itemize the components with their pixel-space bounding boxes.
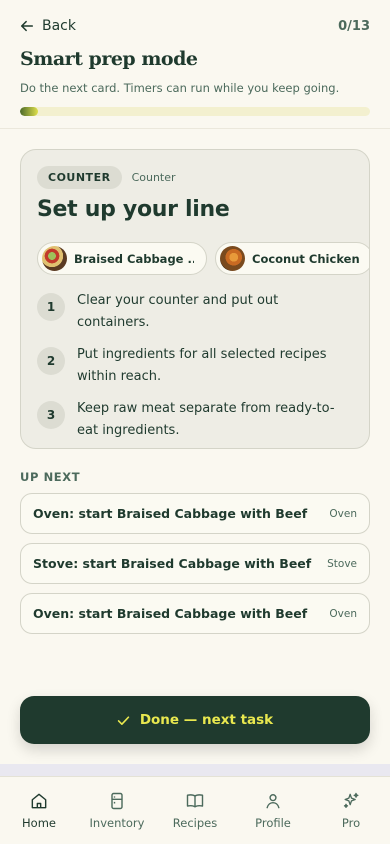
tab-label: Home (22, 816, 56, 830)
task-title: Oven: start Braised Cabbage with Beef (33, 506, 308, 521)
up-next-task[interactable]: Oven: start Braised Cabbage with Beef Ov… (20, 593, 370, 634)
tab-pro[interactable]: Pro (312, 777, 390, 844)
step-number: 3 (37, 401, 65, 429)
divider (0, 128, 390, 129)
tab-home[interactable]: Home (0, 777, 78, 844)
station-label: Counter (131, 171, 176, 184)
station-row: COUNTER Counter (37, 166, 176, 189)
book-icon (186, 794, 204, 808)
tab-label: Inventory (89, 816, 145, 830)
check-icon (117, 715, 129, 725)
recipe-chips: Braised Cabbage ... Coconut Chicken (37, 242, 369, 275)
tab-recipes[interactable]: Recipes (156, 777, 234, 844)
bottom-tab-bar: Home Inventory Recipes Profile Pro (0, 776, 390, 844)
home-icon (31, 793, 47, 809)
step-counter: 0/13 (338, 18, 370, 34)
task-station-tag: Oven (329, 607, 357, 620)
up-next-heading: UP NEXT (20, 470, 81, 484)
task-station-tag: Oven (329, 507, 357, 520)
done-button-label: Done — next task (139, 712, 274, 728)
task-station-tag: Stove (327, 557, 357, 570)
task-title: Oven: start Braised Cabbage with Beef (33, 606, 308, 621)
progress-bar (20, 107, 370, 116)
back-button[interactable]: Back (20, 18, 76, 34)
back-label: Back (42, 18, 76, 34)
inventory-icon (111, 792, 123, 810)
tab-label: Pro (341, 816, 361, 830)
tab-label: Profile (255, 816, 291, 830)
recipe-chip[interactable]: Braised Cabbage ... (37, 242, 207, 275)
user-icon (266, 794, 280, 809)
task-title: Set up your line (37, 197, 230, 222)
step-list: 1 Clear your counter and put out contain… (37, 290, 353, 448)
braised-cabbage-thumbnail (42, 246, 67, 271)
up-next-task[interactable]: Oven: start Braised Cabbage with Beef Ov… (20, 493, 370, 534)
done-next-task-button[interactable]: Done — next task (20, 696, 370, 744)
progress-fill (20, 107, 38, 116)
step-text: Keep raw meat separate from ready-to-eat… (77, 401, 335, 438)
task-title: Stove: start Braised Cabbage with Beef (33, 556, 312, 571)
tab-profile[interactable]: Profile (234, 777, 312, 844)
page-title: Smart prep mode (20, 48, 198, 70)
page-subtitle: Do the next card. Timers can run while y… (20, 81, 340, 95)
step-item: 3 Keep raw meat separate from ready-to-e… (37, 398, 353, 442)
top-bar: Back 0/13 (20, 16, 370, 36)
step-number: 2 (37, 347, 65, 375)
up-next-task[interactable]: Stove: start Braised Cabbage with Beef S… (20, 543, 370, 584)
recipe-chip[interactable]: Coconut Chicken (215, 242, 369, 275)
step-item: 1 Clear your counter and put out contain… (37, 290, 353, 334)
sparkle-icon (343, 792, 359, 808)
coconut-chicken-thumbnail (220, 246, 245, 271)
step-item: 2 Put ingredients for all selected recip… (37, 344, 353, 388)
scroll-fade (0, 764, 390, 776)
current-task-card: COUNTER Counter Set up your line Braised… (20, 149, 370, 449)
step-number: 1 (37, 293, 65, 321)
step-text: Clear your counter and put out container… (77, 293, 279, 330)
tab-inventory[interactable]: Inventory (78, 777, 156, 844)
arrow-left-icon (20, 20, 34, 32)
station-badge: COUNTER (37, 166, 122, 189)
step-text: Put ingredients for all selected recipes… (77, 347, 327, 384)
tab-label: Recipes (172, 816, 218, 830)
recipe-chip-label: Braised Cabbage ... (74, 251, 194, 266)
recipe-chip-label: Coconut Chicken (252, 251, 360, 266)
